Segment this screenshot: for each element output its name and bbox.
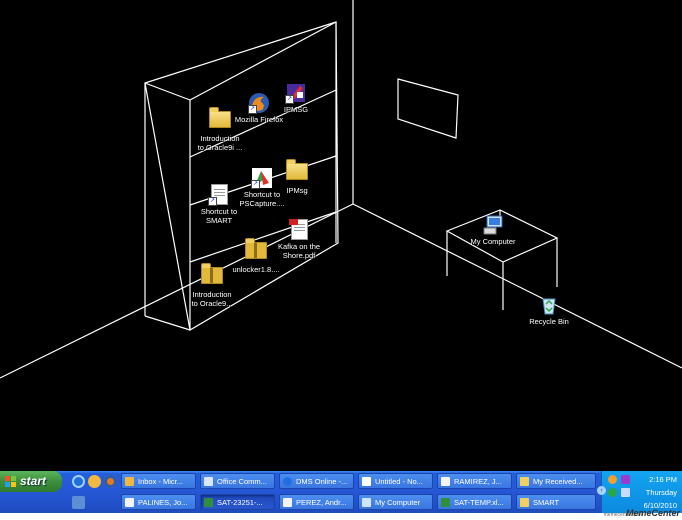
task-chat-palines[interactable]: PALINES, Jo... [121, 494, 196, 510]
task-office-communicator[interactable]: Office Comm... [200, 473, 275, 489]
task-label: Office Comm... [217, 477, 267, 486]
icon-label: Mozilla Firefox [234, 115, 284, 124]
task-chat-perez[interactable]: PEREZ, Andr... [279, 494, 354, 510]
clock-time: 2:16 PM [649, 475, 677, 484]
task-label: Untitled - No... [375, 477, 423, 486]
excel-icon [204, 498, 213, 507]
icon-label: Kafka on the Shore.pdf [277, 242, 321, 260]
outlook-icon [125, 477, 134, 486]
tray-expand-icon[interactable]: ‹ [597, 486, 606, 495]
desktop-icon-my-computer[interactable]: My Computer [458, 214, 528, 246]
firefox-quicklaunch-icon[interactable] [104, 475, 117, 488]
task-my-computer[interactable]: My Computer [358, 494, 433, 510]
desktop-quicklaunch-icon[interactable] [72, 496, 85, 509]
folder-icon [520, 477, 529, 486]
office-communicator-icon [204, 477, 213, 486]
clock-day: Thursday [645, 488, 677, 497]
task-label: PEREZ, Andr... [296, 498, 347, 507]
folder-icon [520, 498, 529, 507]
task-sat-temp[interactable]: SAT-TEMP.xl... [437, 494, 512, 510]
task-label: PALINES, Jo... [138, 498, 188, 507]
tray-messenger-icon[interactable] [608, 475, 617, 484]
computer-icon [482, 214, 504, 236]
desktop: Introduction to Oracle9i ... ↗ Mozilla F… [0, 0, 682, 471]
icon-label: Introduction to Oracle9i ... [197, 134, 243, 152]
desktop-icon-kafka-pdf[interactable]: Kafka on the Shore.pdf [264, 218, 334, 260]
tray-network-icon[interactable] [621, 475, 630, 484]
task-label: SAT-23251-... [217, 498, 263, 507]
task-my-received[interactable]: My Received... [516, 473, 596, 489]
task-label: SMART [533, 498, 560, 507]
icon-label: IPMsg [286, 186, 308, 195]
chat-icon [441, 477, 450, 486]
task-label: DMS Online -... [296, 477, 348, 486]
desktop-icon-oracle-zip[interactable]: Introduction to Oracle9... [177, 262, 247, 308]
task-label: Inbox - Micr... [138, 477, 184, 486]
chat-icon [283, 498, 292, 507]
start-button[interactable]: start [0, 471, 62, 492]
icon-label: IPMSG [283, 105, 309, 114]
start-label: start [20, 474, 47, 488]
task-notepad[interactable]: Untitled - No... [358, 473, 433, 489]
folder-icon [286, 159, 308, 185]
icon-label: My Computer [470, 237, 516, 246]
icon-label: Introduction to Oracle9... [191, 290, 233, 308]
task-chat-ramirez[interactable]: RAMIREZ, J... [437, 473, 512, 489]
outlook-quicklaunch-icon[interactable] [88, 475, 101, 488]
computer-icon [362, 498, 371, 507]
ie-icon [283, 477, 292, 486]
task-sat-23251[interactable]: SAT-23251-... [200, 494, 275, 510]
taskbar: start Inbox - Micr... Office Comm... DMS… [0, 471, 682, 513]
desktop-icon-ipmsg[interactable]: ↗ IPMSG [261, 82, 331, 114]
notepad-icon [362, 477, 371, 486]
ie-quicklaunch-icon[interactable] [72, 475, 85, 488]
task-smart[interactable]: SMART [516, 494, 596, 510]
desktop-icon-ipmsg-folder[interactable]: IPMsg [262, 158, 332, 195]
desktop-icon-recycle-bin[interactable]: Recycle Bin [514, 294, 584, 326]
watermark-strip [0, 513, 682, 520]
windows-flag-icon [5, 476, 16, 487]
system-tray: ‹ 2:16 PM Thursday 6/10/2010 [597, 471, 682, 513]
icon-label: Recycle Bin [529, 317, 569, 326]
task-label: SAT-TEMP.xl... [454, 498, 504, 507]
pdf-icon [288, 219, 310, 241]
zip-folder-icon [201, 263, 223, 289]
icon-label: Shortcut to SMART [200, 207, 238, 225]
tray-shield-icon[interactable] [608, 488, 617, 497]
task-label: My Received... [533, 477, 583, 486]
ipmsg-icon: ↗ [285, 82, 307, 104]
room-wireframe-wallpaper [0, 0, 682, 379]
task-inbox[interactable]: Inbox - Micr... [121, 473, 196, 489]
recycle-bin-icon [538, 294, 560, 316]
excel-icon [441, 498, 450, 507]
task-label: RAMIREZ, J... [454, 477, 502, 486]
tray-display-icon[interactable] [621, 488, 630, 497]
chat-icon [125, 498, 134, 507]
watermark-brand: MemeCenter [625, 508, 680, 518]
clock[interactable]: 2:16 PM Thursday 6/10/2010 [644, 474, 677, 511]
task-label: My Computer [375, 498, 421, 507]
task-dms-online[interactable]: DMS Online -... [279, 473, 354, 489]
